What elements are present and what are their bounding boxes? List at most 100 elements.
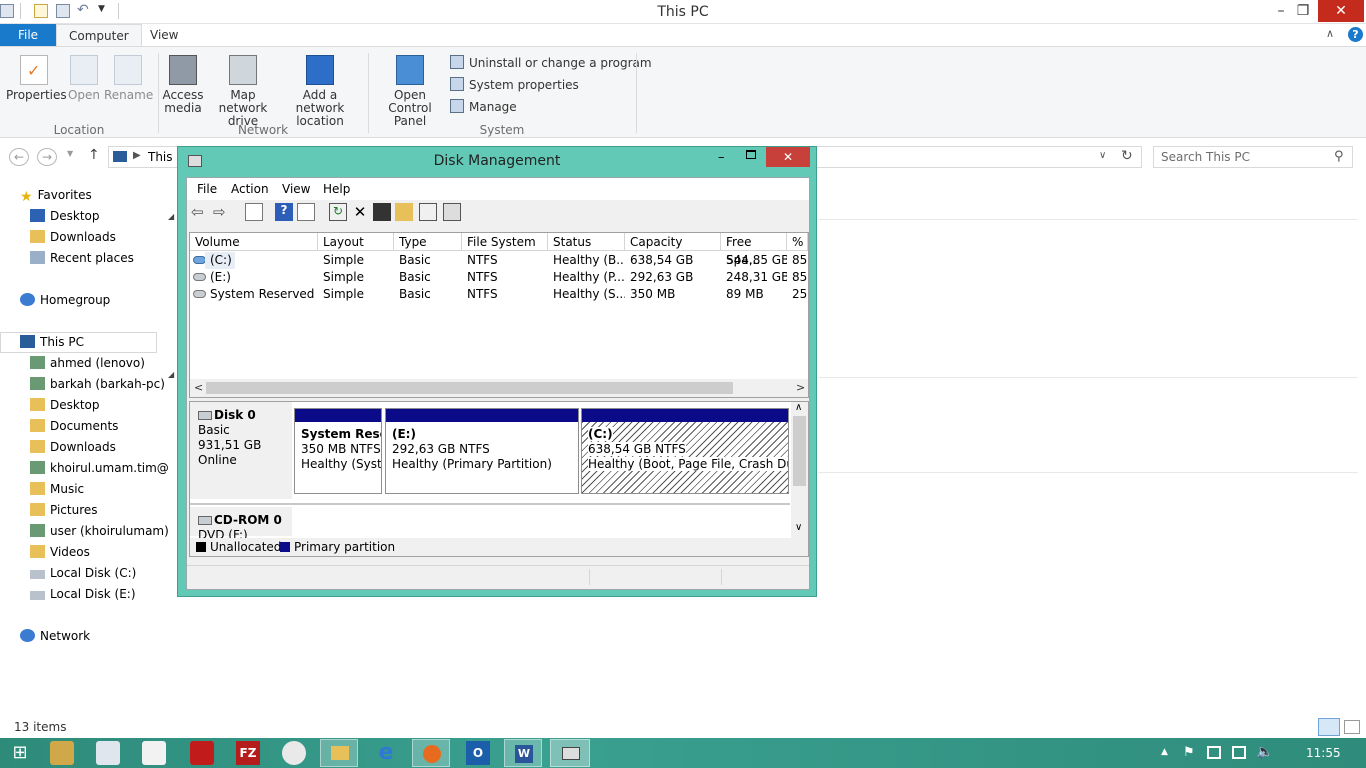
nav-item-pc-2[interactable]: Desktop [30, 395, 188, 416]
nav-item-pc-3[interactable]: Documents [30, 416, 188, 437]
partition-system-reserved[interactable]: System Reser 350 MB NTFS Healthy (Syste [294, 408, 382, 494]
nav-item-pc-10[interactable]: Local Disk (C:) [30, 563, 188, 584]
partition-c[interactable]: (C:) 638,54 GB NTFS Healthy (Boot, Page … [581, 408, 789, 494]
back-button[interactable]: ← [9, 148, 29, 166]
nav-this-pc[interactable]: This PC [20, 332, 178, 353]
scroll-left-icon[interactable]: < [194, 381, 203, 394]
nav-item-pc-7[interactable]: Pictures [30, 500, 188, 521]
firefox-icon[interactable] [412, 739, 450, 767]
scrollbar-thumb[interactable] [206, 382, 733, 394]
map-network-drive-button[interactable]: Map network drive [206, 55, 280, 128]
dm-minimize-button[interactable]: – [718, 150, 725, 165]
nav-item-pc-0[interactable]: ahmed (lenovo) [30, 353, 188, 374]
manage-button[interactable]: Manage [450, 99, 517, 114]
flag-icon[interactable]: ⚑ [1183, 745, 1195, 760]
vertical-scrollbar[interactable]: ∧ ∨ [791, 402, 808, 538]
recent-locations-icon[interactable]: ▼ [67, 149, 73, 158]
column-header-layout[interactable]: Layout [318, 233, 394, 251]
clock[interactable]: 11:55 [1306, 746, 1341, 760]
calculator-icon[interactable] [142, 741, 166, 765]
column-header-volume[interactable]: Volume [190, 233, 318, 251]
nav-item-pc-11[interactable]: Local Disk (E:) [30, 584, 188, 605]
nav-item-pc-1[interactable]: barkah (barkah-pc) [30, 374, 188, 395]
windows-start-icon[interactable]: ⊞ [8, 741, 32, 765]
scrollbar-thumb[interactable] [793, 416, 806, 486]
volume-icon[interactable]: 🔈 [1256, 744, 1273, 760]
filezilla-icon[interactable]: FZ [236, 741, 260, 765]
up-icon[interactable]: ↑ [88, 147, 100, 163]
nav-item-pc-8[interactable]: user (khoirulumam) [30, 521, 188, 542]
chevron-down-icon[interactable]: ∨ [1099, 150, 1106, 161]
horizontal-scrollbar[interactable]: < > [190, 379, 808, 397]
help-icon[interactable]: ? [1348, 27, 1363, 42]
power-icon[interactable] [1207, 746, 1221, 759]
network-tool-icon[interactable] [50, 741, 74, 765]
disk-0-header[interactable]: Disk 0 Basic 931,51 GB Online [190, 402, 292, 499]
remote-desktop-icon[interactable] [96, 741, 120, 765]
nav-item-downloads[interactable]: Downloads [30, 227, 188, 248]
details-view-icon[interactable] [1318, 718, 1340, 736]
table-row[interactable]: System Reserved Simple Basic NTFS Health… [190, 286, 808, 303]
refresh-icon[interactable]: ↻ [329, 203, 347, 221]
chevron-up-icon[interactable]: ∧ [1326, 27, 1334, 40]
system-properties-button[interactable]: System properties [450, 77, 579, 92]
properties-button[interactable]: ✓ Properties [6, 55, 67, 102]
help-icon[interactable]: ? [275, 203, 293, 221]
word-icon[interactable]: W [504, 739, 542, 767]
column-header-capacity[interactable]: Capacity [625, 233, 721, 251]
forward-button[interactable]: → [37, 148, 57, 166]
refresh-icon[interactable]: ↻ [1121, 148, 1133, 164]
dm-title-bar[interactable]: Disk Management – ✕ [178, 147, 816, 177]
tab-view[interactable]: View [138, 24, 190, 46]
delete-icon[interactable]: ✕ [351, 203, 369, 221]
menu-help[interactable]: Help [323, 182, 350, 196]
search-icon[interactable] [419, 203, 437, 221]
nav-homegroup[interactable]: Homegroup [20, 290, 178, 311]
menu-action[interactable]: Action [231, 182, 269, 196]
menu-file[interactable]: File [197, 182, 217, 196]
scroll-right-icon[interactable]: > [796, 381, 805, 394]
cdrom-0-header[interactable]: CD-ROM 0 DVD (F:) [190, 507, 292, 542]
open-folder-icon[interactable] [395, 203, 413, 221]
dm-maximize-button[interactable] [746, 150, 756, 159]
add-network-location-button[interactable]: Add a network location [280, 55, 360, 128]
column-header-free-space[interactable]: Free Spa... [721, 233, 787, 267]
column-header-percent-free[interactable]: % F [787, 233, 808, 251]
nav-item-desktop[interactable]: Desktop [30, 206, 188, 227]
disk-management-task-icon[interactable] [550, 739, 590, 767]
close-button[interactable]: ✕ [1318, 0, 1364, 22]
column-header-filesystem[interactable]: File System [462, 233, 548, 251]
nav-item-pc-6[interactable]: Music [30, 479, 188, 500]
nav-item-pc-5[interactable]: khoirul.umam.tim@ [30, 458, 188, 479]
internet-explorer-icon[interactable]: e [374, 741, 398, 765]
nav-favorites[interactable]: ★ Favorites [20, 185, 178, 206]
forward-icon[interactable]: ⇨ [213, 203, 231, 221]
settings-icon[interactable] [443, 203, 461, 221]
collapse-icon[interactable]: ◢ [168, 212, 174, 221]
tab-computer[interactable]: Computer [56, 24, 142, 47]
show-hidden-icons-icon[interactable]: ▲ [1161, 747, 1168, 757]
back-icon[interactable]: ⇦ [191, 203, 209, 221]
properties-icon[interactable] [297, 203, 315, 221]
table-row[interactable]: (E:) Simple Basic NTFS Healthy (P... 292… [190, 269, 808, 286]
large-icons-view-icon[interactable] [1344, 720, 1360, 734]
column-header-status[interactable]: Status [548, 233, 625, 251]
search-input[interactable]: Search This PC ⚲ [1153, 146, 1353, 168]
check-icon[interactable] [373, 203, 391, 221]
open-control-panel-button[interactable]: Open Control Panel [372, 55, 448, 128]
table-row[interactable]: (C:) Simple Basic NTFS Healthy (B... 638… [190, 252, 808, 269]
access-media-button[interactable]: Access media [160, 55, 206, 115]
partition-e[interactable]: (E:) 292,63 GB NTFS Healthy (Primary Par… [385, 408, 579, 494]
nav-network[interactable]: Network [20, 626, 178, 647]
scroll-down-icon[interactable]: ∨ [795, 522, 802, 533]
nav-item-pc-9[interactable]: Videos [30, 542, 188, 563]
uninstall-button[interactable]: Uninstall or change a program [450, 55, 652, 70]
file-explorer-icon[interactable] [320, 739, 358, 767]
network-status-icon[interactable] [1232, 746, 1246, 759]
acrobat-icon[interactable] [190, 741, 214, 765]
rename-button[interactable]: Rename [104, 55, 153, 102]
show-hide-tree-icon[interactable] [245, 203, 263, 221]
dm-close-button[interactable]: ✕ [766, 147, 810, 167]
nav-item-pc-4[interactable]: Downloads [30, 437, 188, 458]
nav-item-recent-places[interactable]: Recent places [30, 248, 188, 269]
